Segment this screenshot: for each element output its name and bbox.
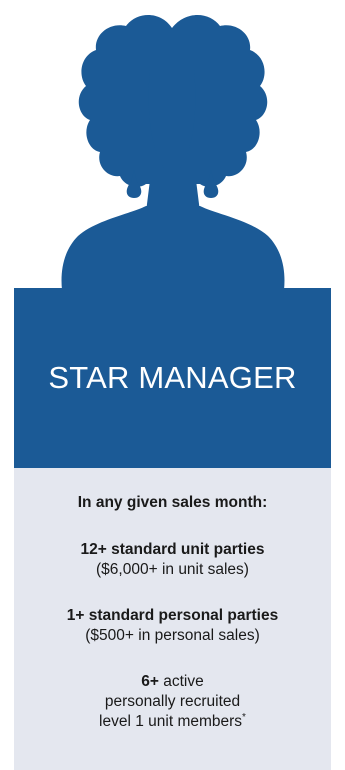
requirement-detail2-text: level 1 unit members	[99, 713, 243, 730]
requirement-personal-parties: 1+ standard personal parties ($500+ in p…	[14, 606, 331, 646]
requirement-highlight: 1+ standard personal parties	[66, 607, 279, 624]
requirement-rest: active	[158, 673, 204, 690]
requirement-detail: ($6,000+ in unit sales)	[96, 561, 249, 578]
requirements-intro: In any given sales month:	[77, 494, 268, 511]
requirement-recruits: 6+ active personally recruited level 1 u…	[14, 672, 331, 732]
requirements-panel: In any given sales month: 12+ standard u…	[14, 468, 331, 770]
requirement-unit-parties: 12+ standard unit parties ($6,000+ in un…	[14, 540, 331, 580]
rank-title: STAR MANAGER	[48, 360, 297, 395]
requirement-detail-line2: level 1 unit members*	[14, 712, 331, 732]
requirement-detail: personally recruited	[104, 693, 241, 710]
footnote-marker: *	[242, 711, 246, 723]
requirement-highlight: 6+	[141, 673, 159, 690]
rank-title-banner: STAR MANAGER	[14, 288, 331, 468]
rank-card: STAR MANAGER In any given sales month: 1…	[0, 0, 345, 770]
requirement-highlight: 12+ standard unit parties	[80, 541, 265, 558]
woman-silhouette-icon	[61, 15, 285, 290]
requirement-detail: ($500+ in personal sales)	[85, 627, 260, 644]
